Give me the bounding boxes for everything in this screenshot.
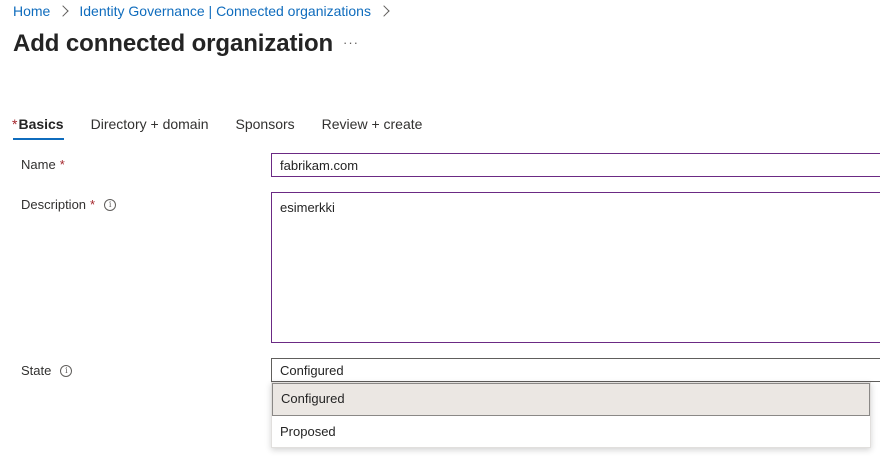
breadcrumb: Home Identity Governance | Connected org… (13, 3, 400, 19)
tab-review-create-label: Review + create (321, 116, 423, 132)
state-option-configured[interactable]: Configured (272, 383, 870, 416)
tab-directory-domain[interactable]: Directory + domain (91, 116, 209, 138)
description-label: Description * i (21, 197, 117, 212)
tab-sponsors[interactable]: Sponsors (236, 116, 295, 138)
name-input[interactable]: fabrikam.com (271, 153, 880, 177)
page-title: Add connected organization (13, 30, 334, 57)
tab-basics-label: Basics (18, 116, 64, 132)
breadcrumb-connected-organizations[interactable]: Identity Governance | Connected organiza… (79, 3, 371, 19)
state-dropdown-list: Configured Proposed (271, 382, 871, 448)
state-label-text: State (21, 363, 52, 378)
required-indicator: * (90, 197, 96, 212)
state-label: State i (21, 363, 73, 378)
tab-sponsors-label: Sponsors (235, 116, 295, 132)
tab-directory-domain-label: Directory + domain (90, 116, 209, 132)
required-indicator: * (12, 116, 18, 132)
description-label-text: Description (21, 197, 87, 212)
tab-basics[interactable]: *Basics (12, 116, 64, 140)
state-dropdown[interactable]: Configured (271, 358, 880, 382)
name-label: Name * (21, 157, 65, 172)
breadcrumb-home[interactable]: Home (13, 3, 50, 19)
description-textarea[interactable]: esimerkki (271, 192, 880, 343)
chevron-right-icon (378, 5, 390, 17)
tab-review-create[interactable]: Review + create (322, 116, 423, 138)
info-icon[interactable]: i (104, 198, 117, 211)
more-options-button[interactable]: ··· (343, 35, 359, 50)
required-indicator: * (59, 157, 65, 172)
name-label-text: Name (21, 157, 56, 172)
wizard-tabs: *Basics Directory + domain Sponsors Revi… (12, 116, 449, 140)
state-option-proposed[interactable]: Proposed (272, 416, 870, 447)
info-icon[interactable]: i (60, 364, 73, 377)
chevron-right-icon (57, 5, 70, 17)
